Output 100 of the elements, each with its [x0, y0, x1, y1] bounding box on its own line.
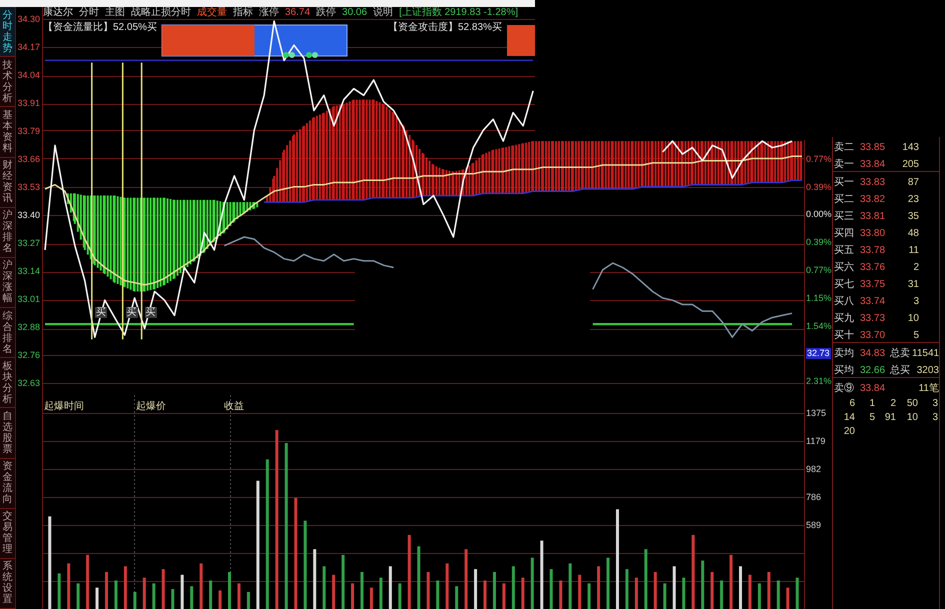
side-tab[interactable]: 自选股票 [0, 408, 15, 459]
side-tab[interactable]: 财经资讯 [0, 158, 15, 208]
order-label: 买六 [834, 262, 854, 272]
side-tab[interactable]: 沪深排名 [0, 208, 15, 258]
volume-label: 589 [806, 520, 822, 530]
menu-item[interactable]: 分时 [79, 7, 99, 18]
order-price: 33.81 [860, 210, 886, 222]
side-tab[interactable]: 沪深涨幅 [0, 258, 15, 308]
order-price: 33.75 [860, 278, 886, 290]
side-tab[interactable]: 基本资料 [0, 107, 15, 158]
price-label: 32.88 [17, 322, 40, 332]
trade-label: 卖⑨ [834, 382, 854, 394]
current-price-tag: 32.73 [806, 348, 831, 359]
order-label: 买一 [834, 176, 854, 188]
field-label: 涨停 [259, 7, 279, 18]
order-volume: 2 [913, 262, 919, 272]
marker-icon [306, 52, 318, 58]
menu-item[interactable]: 指标 [233, 7, 253, 18]
order-label: 买七 [834, 278, 854, 290]
side-tab[interactable]: 技术分析 [0, 57, 15, 108]
order-volume: 3 [913, 296, 919, 306]
order-price: 33.78 [860, 244, 886, 256]
total-label: 总卖 [890, 348, 910, 358]
total-volume: 3203 [916, 364, 939, 376]
percent-label: 0.39% [806, 182, 832, 192]
order-label: 买八 [834, 296, 854, 306]
order-price: 33.74 [860, 296, 886, 306]
tick-volume: 2 [890, 398, 896, 409]
order-volume: 205 [902, 158, 919, 170]
signal-label: 买 [126, 307, 138, 318]
average-label: 买均 [834, 364, 854, 376]
side-tab[interactable]: 分时走势 [0, 7, 15, 58]
percent-label: 0.00% [806, 209, 832, 220]
total-label: 总买 [890, 364, 910, 376]
order-label: 买三 [834, 210, 854, 222]
price-label: 33.27 [17, 238, 40, 248]
percent-label: 1.15% [806, 292, 832, 303]
tick-volume: 91 [884, 412, 896, 423]
order-label: 买五 [834, 244, 854, 256]
menu-item[interactable]: 战略止损分时 [131, 7, 191, 18]
average-label: 卖均 [834, 348, 854, 358]
side-tab[interactable]: 系统设置 [0, 558, 15, 609]
order-label: 买四 [834, 228, 854, 238]
menu-item[interactable]: 主图 [105, 7, 125, 18]
side-tab[interactable]: 综合排名 [0, 308, 15, 358]
side-tab[interactable]: 资金流向 [0, 458, 15, 509]
order-price: 33.82 [860, 194, 886, 204]
price-label: 33.40 [17, 210, 40, 220]
column-heading: 收益 [224, 401, 244, 412]
order-volume: 31 [908, 278, 919, 290]
percent-label: 1.54% [806, 320, 832, 331]
stock-name: 康达尔 [43, 7, 73, 18]
order-volume: 10 [908, 312, 919, 324]
column-heading: 起爆时间 [44, 401, 84, 412]
order-label: 买九 [834, 312, 854, 324]
price-label: 33.66 [17, 154, 40, 164]
total-volume: 11541 [912, 348, 940, 358]
tick-volume: 3 [932, 412, 938, 423]
price-label: 34.17 [17, 42, 40, 52]
price-label: 33.14 [17, 266, 40, 276]
order-label: 买十 [834, 330, 854, 340]
order-volume: 23 [908, 194, 919, 204]
percent-label: 0.77% [806, 265, 832, 276]
order-label: 卖二 [834, 142, 854, 152]
meter-label: 【资金流量比】52.05%买 [43, 22, 157, 33]
meter-bar [507, 25, 535, 56]
price-label: 33.01 [17, 294, 40, 304]
volume-label: 1375 [806, 408, 826, 418]
volume-label: 982 [806, 464, 822, 474]
order-price: 33.80 [860, 228, 886, 238]
trade-price: 33.84 [860, 382, 886, 394]
order-volume: 87 [908, 176, 919, 188]
order-price: 33.84 [860, 158, 886, 170]
side-tab[interactable]: 交易管理 [0, 508, 15, 559]
percent-label: 2.31% [806, 376, 832, 386]
field-label: 说明 [373, 7, 394, 18]
menu-item[interactable]: 成交量 [197, 7, 227, 18]
volume-label: 786 [806, 492, 822, 502]
order-price: 33.70 [860, 330, 886, 340]
tick-volume: 14 [844, 412, 855, 423]
tick-volume: 50 [906, 398, 918, 409]
side-tab[interactable]: 板块分析 [0, 358, 15, 408]
order-label: 买二 [834, 194, 854, 204]
tick-volume: 3 [932, 398, 938, 409]
tick-volume: 10 [906, 412, 918, 423]
meter-label: 【资金攻击度】52.83%买 [388, 22, 502, 33]
signal-label: 买 [144, 307, 157, 318]
price-label: 33.79 [17, 126, 40, 136]
order-volume: 48 [908, 228, 919, 238]
price-label: 33.91 [17, 98, 40, 108]
field-value: 36.74 [285, 7, 310, 18]
order-label: 卖一 [834, 158, 854, 170]
average-price: 32.66 [860, 364, 886, 376]
field-value: [上证指数 2919.83 -1.28%] [399, 7, 518, 18]
field-label: 跌停 [316, 7, 336, 18]
percent-label: 0.39% [806, 237, 832, 248]
order-volume: 5 [913, 330, 919, 340]
tick-volume: 5 [869, 412, 875, 423]
price-label: 32.76 [17, 350, 40, 360]
tick-volume: 6 [849, 398, 855, 409]
